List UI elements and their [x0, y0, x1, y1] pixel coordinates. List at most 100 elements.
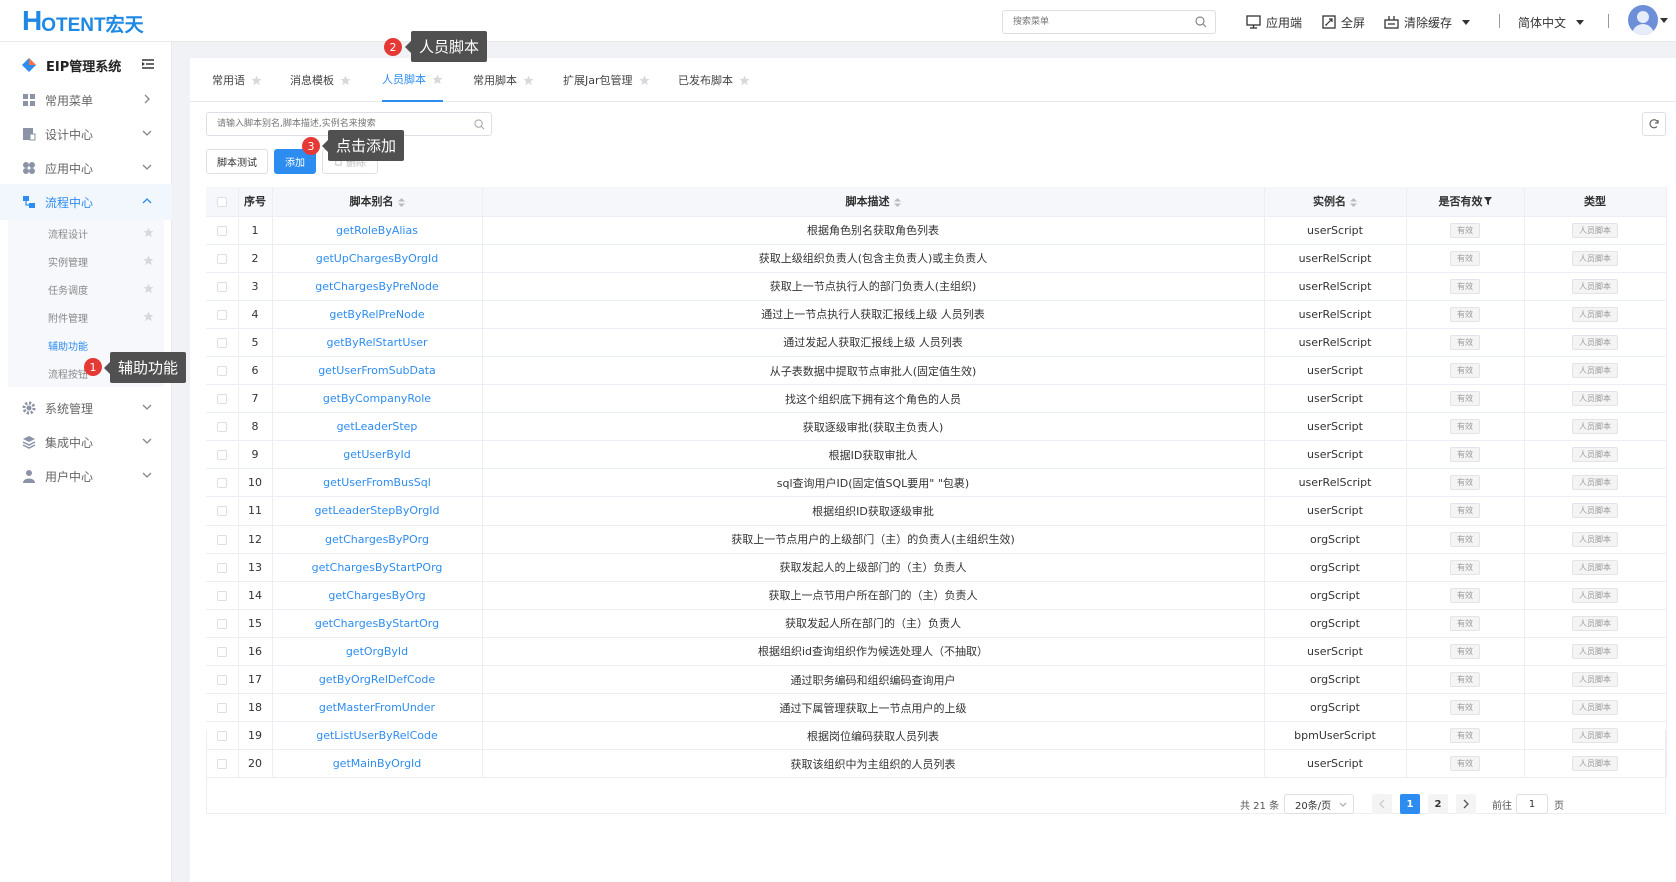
sort-icon[interactable] [893, 197, 901, 207]
table-row[interactable]: 18 getMasterFromUnder 通过下属管理获取上一节点用户的上级 org… [206, 693, 1667, 723]
row-alias[interactable]: getMasterFromUnder [272, 693, 483, 723]
table-row[interactable]: 2 getUpChargesByOrgId 获取上级组织负责人(包含主负责人)或主负… [206, 244, 1667, 273]
col-valid[interactable]: 是否有效 [1406, 187, 1525, 217]
star-icon[interactable] [143, 283, 154, 294]
row-checkbox-cell[interactable] [206, 637, 239, 667]
row-alias[interactable]: getUserFromBusSql [272, 468, 483, 498]
row-checkbox-cell[interactable] [206, 496, 239, 526]
menu-search[interactable] [1002, 10, 1216, 34]
row-checkbox[interactable] [216, 590, 227, 601]
user-avatar[interactable] [1628, 5, 1658, 35]
row-checkbox[interactable] [216, 337, 227, 348]
menu-app[interactable]: 应用中心 [0, 150, 172, 186]
star-icon[interactable] [739, 74, 750, 86]
row-alias[interactable]: getByRelPreNode [272, 300, 483, 329]
table-row[interactable]: 6 getUserFromSubData 从子表数据中提取节点审批人(固定值生效) u… [206, 356, 1667, 386]
filter-icon[interactable] [1483, 197, 1492, 206]
sort-icon[interactable] [1350, 197, 1357, 207]
table-row[interactable]: 5 getByRelStartUser 通过发起人获取汇报线上级 人员列表 userR… [206, 328, 1667, 357]
star-icon[interactable] [340, 74, 351, 86]
row-checkbox-cell[interactable] [206, 749, 239, 779]
menu-integration[interactable]: 集成中心 [0, 424, 172, 460]
row-alias[interactable]: getByCompanyRole [272, 384, 483, 414]
menu-system[interactable]: 系统管理 [0, 390, 172, 426]
tab-jar-manage[interactable]: 扩展Jar包管理 [563, 58, 650, 102]
row-checkbox[interactable] [216, 731, 227, 742]
row-checkbox-cell[interactable] [206, 272, 239, 301]
tab-message-template[interactable]: 消息模板 [290, 58, 351, 102]
row-alias[interactable]: getChargesByPOrg [272, 525, 483, 554]
row-checkbox-cell[interactable] [206, 384, 239, 414]
table-row[interactable]: 14 getChargesByOrg 获取上一点节用户所在部门的（主）负责人 orgS… [206, 581, 1667, 610]
row-checkbox[interactable] [216, 422, 227, 433]
row-checkbox[interactable] [216, 646, 227, 657]
star-icon[interactable] [143, 227, 154, 238]
row-checkbox-cell[interactable] [206, 244, 239, 273]
row-checkbox[interactable] [216, 394, 227, 405]
row-checkbox[interactable] [216, 281, 227, 292]
sub-item-instance[interactable]: 实例管理 [8, 247, 164, 275]
row-checkbox[interactable] [216, 534, 227, 545]
row-alias[interactable]: getListUserByRelCode [272, 721, 483, 751]
row-checkbox-cell[interactable] [206, 356, 239, 386]
app-end-button[interactable]: 应用端 [1246, 12, 1302, 32]
menu-common[interactable]: 常用菜单 [0, 82, 172, 118]
row-checkbox[interactable] [216, 562, 227, 573]
table-row[interactable]: 16 getOrgById 根据组织id查询组织作为候选处理人（不抽取） userSc… [206, 637, 1667, 667]
sort-icon[interactable] [397, 197, 405, 207]
table-row[interactable]: 17 getByOrgRelDefCode 通过职务编码和组织编码查询用户 orgSc… [206, 665, 1667, 695]
row-checkbox-cell[interactable] [206, 581, 239, 610]
row-checkbox-cell[interactable] [206, 665, 239, 695]
page-2[interactable]: 2 [1428, 794, 1448, 814]
row-checkbox-cell[interactable] [206, 412, 239, 442]
select-all-checkbox[interactable] [216, 196, 227, 207]
avatar-dropdown-icon[interactable] [1660, 18, 1668, 23]
table-row[interactable]: 9 getUserById 根据ID获取审批人 userScript 有效 人员脚本 [206, 440, 1667, 470]
fullscreen-button[interactable]: 全屏 [1322, 12, 1365, 32]
row-checkbox-cell[interactable] [206, 300, 239, 329]
menu-search-input[interactable] [1003, 11, 1183, 33]
row-checkbox[interactable] [216, 253, 227, 264]
row-checkbox[interactable] [216, 450, 227, 461]
row-alias[interactable]: getByRelStartUser [272, 328, 483, 357]
row-checkbox[interactable] [216, 225, 227, 236]
star-icon[interactable] [143, 255, 154, 266]
brand-logo[interactable]: H OTENT宏天 [22, 5, 144, 36]
row-alias[interactable]: getLeaderStepByOrgId [272, 496, 483, 526]
menu-user[interactable]: 用户中心 [0, 458, 172, 494]
row-alias[interactable]: getByOrgRelDefCode [272, 665, 483, 695]
row-alias[interactable]: getUpChargesByOrgId [272, 244, 483, 273]
row-alias[interactable]: getChargesByOrg [272, 581, 483, 610]
search-icon[interactable] [474, 119, 485, 130]
row-alias[interactable]: getLeaderStep [272, 412, 483, 442]
row-checkbox-cell[interactable] [206, 721, 239, 751]
row-checkbox-cell[interactable] [206, 609, 239, 638]
clear-cache-button[interactable]: 清除缓存 [1384, 12, 1471, 32]
star-icon[interactable] [432, 73, 443, 85]
collapse-menu-icon[interactable] [142, 58, 154, 70]
tab-common-script[interactable]: 常用脚本 [473, 58, 534, 102]
table-row[interactable]: 1 getRoleByAlias 根据角色别名获取角色列表 userScript 有效 人… [206, 216, 1667, 245]
table-row[interactable]: 4 getByRelPreNode 通过上一节点执行人获取汇报线上级 人员列表 use… [206, 300, 1667, 329]
tab-common-phrases[interactable]: 常用语 [212, 58, 262, 102]
page-size-select[interactable]: 20条/页 [1284, 794, 1354, 814]
row-checkbox[interactable] [216, 309, 227, 320]
menu-design[interactable]: 设计中心 [0, 116, 172, 152]
row-checkbox-cell[interactable] [206, 440, 239, 470]
search-icon[interactable] [1195, 16, 1207, 28]
row-checkbox[interactable] [216, 478, 227, 489]
row-checkbox[interactable] [216, 618, 227, 629]
page-1[interactable]: 1 [1400, 794, 1420, 814]
row-checkbox[interactable] [216, 703, 227, 714]
row-checkbox-cell[interactable] [206, 553, 239, 582]
row-checkbox-cell[interactable] [206, 216, 239, 245]
row-checkbox[interactable] [216, 759, 227, 770]
table-row[interactable]: 7 getByCompanyRole 找这个组织底下拥有这个角色的人员 userScr… [206, 384, 1667, 414]
table-row[interactable]: 10 getUserFromBusSql sql查询用户ID(固定值SQL要用" "… [206, 468, 1667, 498]
table-row[interactable]: 15 getChargesByStartOrg 获取发起人所在部门的（主）负责人 or… [206, 609, 1667, 638]
language-select[interactable]: 简体中文 [1518, 12, 1585, 32]
row-checkbox[interactable] [216, 366, 227, 377]
sub-item-task-schedule[interactable]: 任务调度 [8, 275, 164, 303]
row-checkbox[interactable] [216, 675, 227, 686]
table-row[interactable]: 19 getListUserByRelCode 根据岗位编码获取人员列表 bpmUse… [206, 721, 1667, 751]
